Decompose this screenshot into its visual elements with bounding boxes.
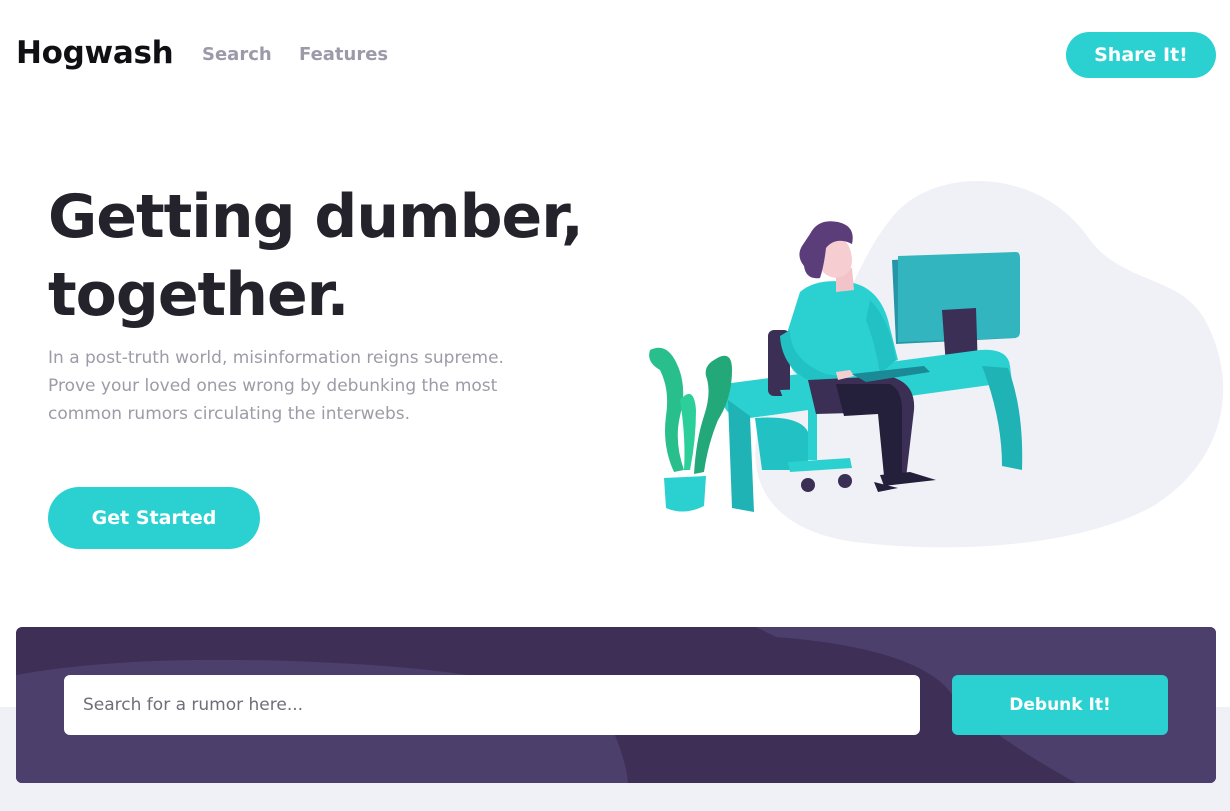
get-started-button[interactable]: Get Started xyxy=(48,487,260,549)
person-at-desk-illustration xyxy=(649,180,1224,548)
hero-description: In a post-truth world, misinformation re… xyxy=(48,348,504,424)
debunk-button[interactable]: Debunk It! xyxy=(952,675,1168,735)
hero-title-line-1: Getting dumber, xyxy=(48,182,584,252)
logo[interactable]: Hogwash xyxy=(16,35,174,71)
plant-leaf-left xyxy=(649,347,684,472)
rumor-search-input[interactable] xyxy=(64,675,920,735)
nav-link-features[interactable]: Features xyxy=(299,44,388,65)
chair-wheel xyxy=(801,478,815,492)
top-navigation: Hogwash Search Features Share It! xyxy=(0,0,1230,110)
hero-title-line-2: together. xyxy=(48,260,349,330)
plant-leaf-middle xyxy=(680,393,696,470)
share-button[interactable]: Share It! xyxy=(1066,32,1216,78)
plant-pot xyxy=(664,476,706,512)
chair-wheel xyxy=(838,474,852,488)
search-panel: Debunk It! xyxy=(16,627,1216,783)
hero-title: Getting dumber, together. xyxy=(48,178,628,334)
plant-leaf-right xyxy=(694,355,732,474)
nav-link-search[interactable]: Search xyxy=(202,44,272,65)
